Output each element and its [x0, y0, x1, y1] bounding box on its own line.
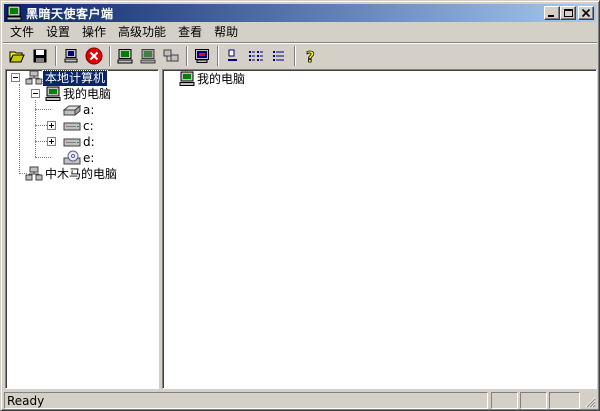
list-item-label: 我的电脑: [197, 71, 246, 86]
details-view-button[interactable]: [268, 45, 290, 67]
save-button[interactable]: [29, 45, 51, 67]
status-panel-2: [520, 392, 547, 409]
menu-separator: [3, 42, 597, 44]
menu-advanced[interactable]: 高级功能: [112, 23, 172, 42]
open-button[interactable]: [6, 45, 28, 67]
tree-expand-drive-d[interactable]: [47, 137, 56, 146]
resize-grip-icon[interactable]: [584, 396, 596, 408]
content-pane[interactable]: 我的电脑: [162, 69, 597, 389]
stop-icon: [85, 47, 103, 65]
tree-label-remote-computer: 中木马的电脑: [45, 166, 118, 181]
help-button[interactable]: ?: [299, 45, 321, 67]
network-icon: [163, 49, 179, 62]
remote-desktop-button[interactable]: [191, 45, 213, 67]
open-folder-icon: [9, 51, 25, 63]
computer-icon: [45, 86, 61, 101]
svg-text:?: ?: [306, 48, 315, 64]
minimize-button[interactable]: [544, 6, 560, 20]
large-icons-button[interactable]: [222, 45, 244, 67]
computer-connect-icon: [64, 49, 78, 63]
title-bar[interactable]: 黑暗天使客户端: [4, 4, 596, 22]
remote-desktop-icon: [195, 49, 209, 63]
large-icons-icon: [228, 49, 237, 61]
tree-item-drive-e[interactable]: e:: [63, 150, 96, 166]
status-panel-3: [549, 392, 580, 409]
floppy-drive-icon: [63, 104, 81, 117]
minimize-icon: [548, 15, 554, 17]
tree-collapse-my-computer[interactable]: [31, 89, 40, 98]
screen-button[interactable]: [137, 45, 159, 67]
maximize-button[interactable]: [560, 6, 576, 20]
computer-button[interactable]: [114, 45, 136, 67]
menu-help[interactable]: 帮助: [208, 23, 244, 42]
cdrom-drive-icon: [63, 150, 81, 165]
menu-view[interactable]: 查看: [172, 23, 208, 42]
tree-item-local-computer[interactable]: 本地计算机: [25, 69, 109, 87]
list-view-button[interactable]: [245, 45, 267, 67]
network-button[interactable]: [160, 45, 182, 67]
close-button[interactable]: [578, 6, 594, 20]
toolbar: ?: [6, 45, 322, 67]
menu-operations[interactable]: 操作: [76, 23, 112, 42]
hard-drive-icon: [63, 122, 81, 131]
tree-item-drive-a[interactable]: a:: [63, 102, 96, 118]
computer-screen-icon: [140, 49, 156, 64]
tree-expand-drive-c[interactable]: [47, 121, 56, 130]
network-icon: [25, 70, 43, 85]
tree-collapse-root[interactable]: [11, 73, 20, 82]
computer-icon: [179, 71, 195, 86]
menu-settings[interactable]: 设置: [40, 23, 76, 42]
status-bar: Ready: [4, 391, 597, 409]
disconnect-button[interactable]: [83, 45, 105, 67]
computer-icon: [117, 49, 133, 64]
tree-label-drive-a: a:: [83, 102, 95, 117]
connect-button[interactable]: [60, 45, 82, 67]
menu-file[interactable]: 文件: [4, 23, 40, 42]
tree-label-local-computer: 本地计算机: [41, 69, 109, 87]
tree-label-my-computer: 我的电脑: [63, 86, 112, 101]
status-panel-1: [491, 392, 518, 409]
window-title: 黑暗天使客户端: [26, 6, 114, 21]
menu-bar: 文件 设置 操作 高级功能 查看 帮助: [4, 23, 244, 42]
tree-label-drive-c: c:: [83, 118, 94, 133]
tree-label-drive-d: d:: [83, 134, 95, 149]
tree-item-drive-d[interactable]: d:: [63, 134, 97, 150]
tree-item-my-computer[interactable]: 我的电脑: [45, 86, 113, 102]
tree-item-drive-c[interactable]: c:: [63, 118, 96, 134]
app-window: 黑暗天使客户端 文件 设置 操作 高级功能 查看 帮助 ? 本地计算机 我的电脑…: [0, 0, 600, 411]
details-view-icon: [273, 51, 284, 61]
tree-item-remote-computer[interactable]: 中木马的电脑: [25, 166, 119, 182]
tree-pane[interactable]: 本地计算机 我的电脑 a: c: d: e: 中木马的电脑: [5, 69, 159, 389]
save-icon: [33, 49, 47, 63]
list-item[interactable]: 我的电脑: [179, 71, 247, 87]
hard-drive-icon: [63, 138, 81, 147]
status-text: Ready: [4, 392, 488, 409]
help-icon: ?: [306, 48, 316, 64]
list-view-icon: [249, 51, 263, 61]
close-icon: [581, 8, 591, 18]
app-computer-icon: [6, 5, 22, 21]
network-icon: [25, 166, 43, 181]
maximize-icon: [564, 9, 573, 17]
tree-label-drive-e: e:: [83, 150, 95, 165]
